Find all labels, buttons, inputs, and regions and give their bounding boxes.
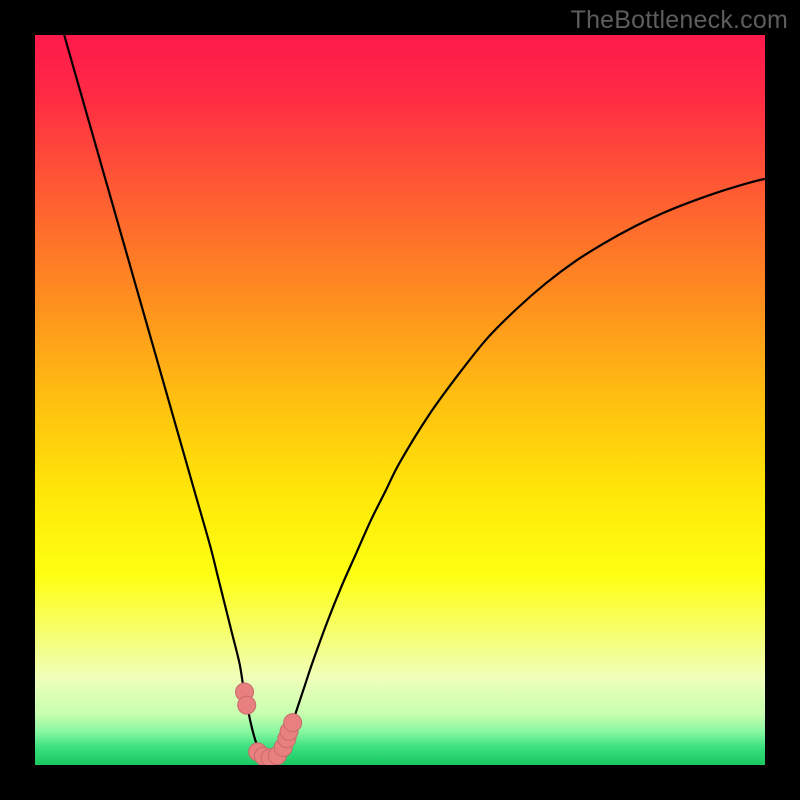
chart-frame: TheBottleneck.com xyxy=(0,0,800,800)
chart-background xyxy=(35,35,765,765)
highlight-point xyxy=(284,714,302,732)
bottleneck-chart xyxy=(35,35,765,765)
highlight-point xyxy=(238,696,256,714)
watermark: TheBottleneck.com xyxy=(571,6,788,35)
